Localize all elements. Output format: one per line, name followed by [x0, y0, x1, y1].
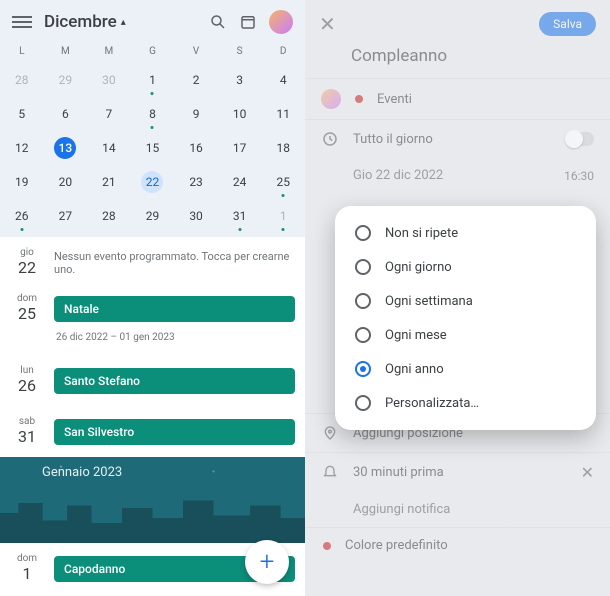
month-banner: Gennaio 2023 — [0, 457, 305, 543]
day-cell[interactable]: 28 — [87, 205, 131, 227]
day-cell[interactable]: 15 — [131, 137, 175, 159]
recurrence-option-weekly[interactable]: Ogni settimana — [341, 284, 590, 318]
recurrence-option-monthly[interactable]: Ogni mese — [341, 318, 590, 352]
color-dot-icon — [355, 95, 363, 103]
day-cell[interactable]: 4 — [261, 69, 305, 91]
day-cell[interactable]: 1 — [131, 69, 175, 91]
avatar[interactable] — [269, 10, 293, 34]
reminder-row[interactable]: 30 minuti prima ✕ — [305, 453, 610, 492]
day-cell[interactable]: 25 — [261, 171, 305, 193]
date-range: 26 dic 2022 – 01 gen 2023 — [54, 328, 295, 349]
day-cell[interactable]: 26 — [0, 205, 44, 227]
event-chip[interactable]: Natale — [54, 296, 295, 322]
banner-title: Gennaio 2023 — [42, 465, 122, 480]
days-grid: 2829301234567891011121314151617181920212… — [0, 63, 305, 237]
remove-reminder-icon[interactable]: ✕ — [581, 463, 594, 482]
agenda-row: sab31 San Silvestro — [0, 406, 305, 457]
day-cell[interactable]: 31 — [218, 205, 262, 227]
day-cell[interactable]: 12 — [0, 137, 44, 159]
date-row[interactable]: Gio 22 dic 2022 16:30 — [305, 158, 610, 193]
color-dot-icon — [323, 542, 331, 550]
weekday-label: M — [87, 46, 131, 57]
add-notification-row[interactable]: Aggiungi notifica — [305, 492, 610, 527]
radio-icon — [355, 225, 371, 241]
weekday-label: G — [131, 46, 175, 57]
event-chip[interactable]: San Silvestro — [54, 419, 295, 445]
empty-text: Nessun evento programmato. Tocca per cre… — [54, 247, 295, 276]
day-cell[interactable]: 8 — [131, 103, 175, 125]
day-cell[interactable]: 1 — [261, 205, 305, 227]
chevron-up-icon: ▴ — [121, 17, 126, 28]
day-cell[interactable]: 24 — [218, 171, 262, 193]
day-cell[interactable]: 30 — [174, 205, 218, 227]
event-editor-pane: ✕ Salva Compleanno Eventi Tutto il giorn… — [305, 0, 610, 596]
day-cell[interactable]: 14 — [87, 137, 131, 159]
agenda-row: lun26 Santo Stefano — [0, 355, 305, 406]
time-value[interactable]: 16:30 — [564, 169, 594, 183]
day-cell[interactable]: 27 — [44, 205, 88, 227]
allday-toggle[interactable] — [566, 132, 594, 146]
day-cell[interactable]: 29 — [44, 69, 88, 91]
day-cell[interactable]: 16 — [174, 137, 218, 159]
bell-icon — [321, 464, 339, 482]
recurrence-menu: Non si ripete Ogni giorno Ogni settimana… — [335, 206, 596, 430]
day-cell[interactable]: 28 — [0, 69, 44, 91]
event-chip[interactable]: Santo Stefano — [54, 368, 295, 394]
weekday-label: D — [261, 46, 305, 57]
calendar-avatar — [321, 89, 341, 109]
month-label: Dicembre — [44, 12, 117, 32]
close-icon[interactable]: ✕ — [319, 12, 336, 36]
day-cell[interactable]: 11 — [261, 103, 305, 125]
radio-icon — [355, 395, 371, 411]
day-cell[interactable]: 21 — [87, 171, 131, 193]
editor-header: ✕ Salva — [305, 0, 610, 44]
day-cell[interactable]: 18 — [261, 137, 305, 159]
hamburger-icon[interactable] — [12, 16, 32, 28]
calendar-header: Dicembre ▴ — [0, 0, 305, 42]
day-cell[interactable]: 9 — [174, 103, 218, 125]
radio-icon — [355, 293, 371, 309]
day-cell[interactable]: 22 — [131, 171, 175, 193]
recurrence-option-custom[interactable]: Personalizzata… — [341, 386, 590, 420]
calendar-pane: Dicembre ▴ LMMGVSD 282930123456789101112… — [0, 0, 305, 596]
day-cell[interactable]: 23 — [174, 171, 218, 193]
recurrence-option-daily[interactable]: Ogni giorno — [341, 250, 590, 284]
day-cell[interactable]: 30 — [87, 69, 131, 91]
weekday-label: L — [0, 46, 44, 57]
today-icon[interactable] — [239, 13, 257, 31]
recurrence-option-yearly[interactable]: Ogni anno — [341, 352, 590, 386]
recurrence-option-none[interactable]: Non si ripete — [341, 216, 590, 250]
day-cell[interactable]: 29 — [131, 205, 175, 227]
event-title[interactable]: Compleanno — [305, 44, 610, 78]
day-cell[interactable]: 13 — [44, 137, 88, 159]
day-cell[interactable]: 20 — [44, 171, 88, 193]
search-icon[interactable] — [209, 13, 227, 31]
agenda-row-empty[interactable]: gio22 Nessun evento programmato. Tocca p… — [0, 237, 305, 283]
calendar-row[interactable]: Eventi — [305, 79, 610, 119]
weekday-label: M — [44, 46, 88, 57]
day-cell[interactable]: 19 — [0, 171, 44, 193]
allday-row: Tutto il giorno — [305, 120, 610, 158]
radio-icon — [355, 361, 371, 377]
location-icon — [321, 424, 339, 442]
clock-icon — [321, 130, 339, 148]
radio-icon — [355, 327, 371, 343]
day-cell[interactable]: 3 — [218, 69, 262, 91]
agenda-row: dom25 Natale 26 dic 2022 – 01 gen 2023 — [0, 283, 305, 355]
weekday-label: S — [218, 46, 262, 57]
color-row[interactable]: Colore predefinito — [305, 528, 610, 563]
add-event-fab[interactable]: + — [245, 540, 289, 584]
day-cell[interactable]: 17 — [218, 137, 262, 159]
day-cell[interactable]: 2 — [174, 69, 218, 91]
save-button[interactable]: Salva — [539, 12, 596, 36]
weekday-label: V — [174, 46, 218, 57]
weekday-row: LMMGVSD — [0, 42, 305, 63]
radio-icon — [355, 259, 371, 275]
month-picker[interactable]: Dicembre ▴ — [44, 12, 126, 32]
day-cell[interactable]: 7 — [87, 103, 131, 125]
day-cell[interactable]: 10 — [218, 103, 262, 125]
day-cell[interactable]: 6 — [44, 103, 88, 125]
day-cell[interactable]: 5 — [0, 103, 44, 125]
